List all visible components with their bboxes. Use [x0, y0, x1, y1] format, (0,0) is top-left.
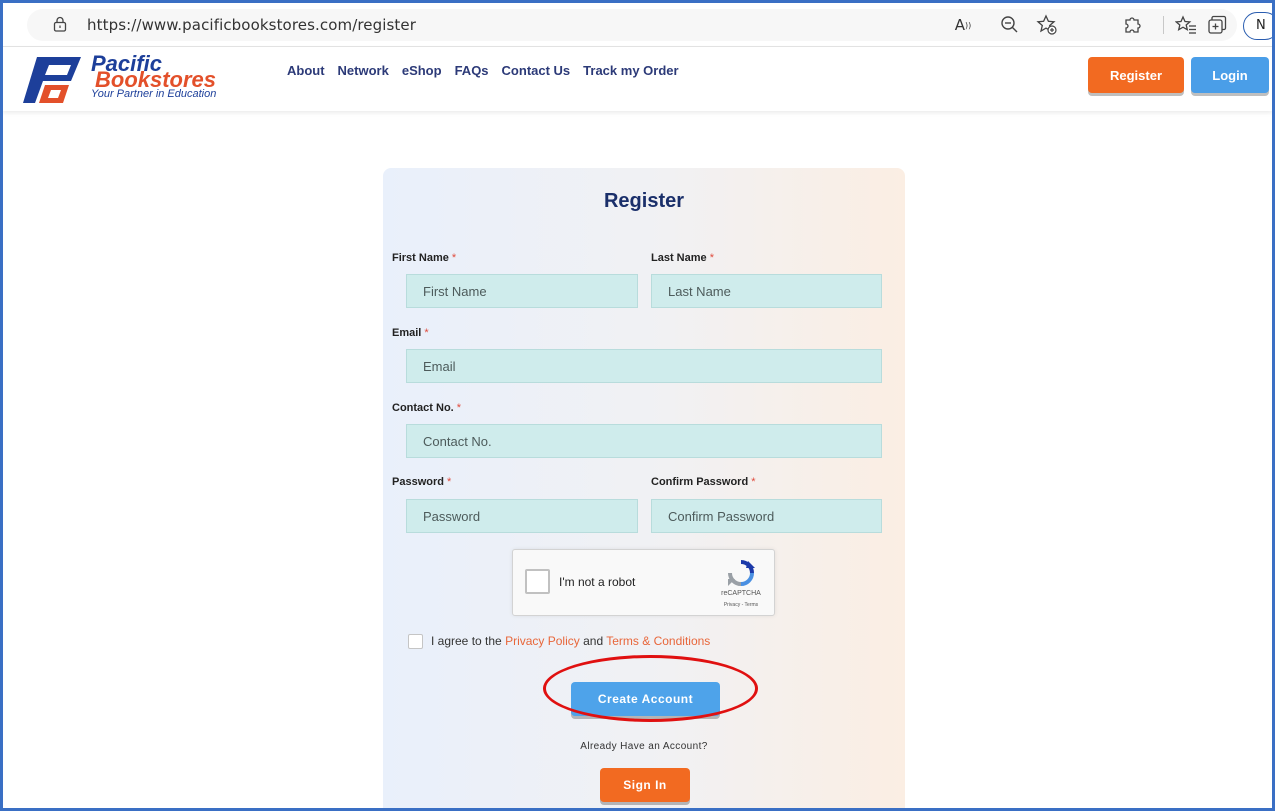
logo-text-bookstores: Bookstores	[95, 67, 217, 92]
toolbar-separator	[1163, 16, 1164, 34]
favorites-icon[interactable]	[1175, 14, 1197, 36]
logo-tagline: Your Partner in Education	[91, 88, 217, 100]
nav-about[interactable]: About	[287, 63, 325, 78]
nav-eshop[interactable]: eShop	[402, 63, 442, 78]
recaptcha-icon	[728, 560, 755, 586]
nav-contact-us[interactable]: Contact Us	[502, 63, 571, 78]
required-mark: *	[451, 252, 457, 264]
agree-checkbox[interactable]	[408, 634, 423, 649]
nav-faqs[interactable]: FAQs	[455, 63, 489, 78]
nav-network[interactable]: Network	[338, 63, 389, 78]
register-card: Register First Name * Last Name * Email …	[383, 168, 905, 808]
recaptcha-widget: I'm not a robot reCAPTCHA Privacy - Term…	[512, 549, 775, 616]
password-label: Password *	[392, 476, 452, 488]
terms-conditions-link[interactable]: Terms & Conditions	[606, 634, 710, 648]
zoom-out-icon[interactable]	[999, 14, 1021, 36]
contact-label: Contact No. *	[392, 402, 462, 414]
create-account-button[interactable]: Create Account	[571, 682, 720, 716]
read-aloud-icon[interactable]: A))	[952, 14, 974, 36]
recaptcha-label: I'm not a robot	[559, 575, 636, 589]
extensions-icon[interactable]	[1121, 14, 1143, 36]
main-nav: About Network eShop FAQs Contact Us Trac…	[287, 63, 692, 78]
required-mark: *	[447, 476, 452, 488]
privacy-policy-link[interactable]: Privacy Policy	[505, 634, 580, 648]
site-header: Pacific Bookstores Your Partner in Educa…	[3, 47, 1272, 111]
site-logo[interactable]: Pacific Bookstores Your Partner in Educa…	[23, 51, 238, 105]
agree-text: I agree to the Privacy Policy and Terms …	[431, 634, 711, 648]
url-text[interactable]: https://www.pacificbookstores.com/regist…	[87, 16, 416, 34]
last-name-label: Last Name *	[651, 252, 714, 264]
register-title: Register	[603, 190, 685, 212]
sign-in-button[interactable]: Sign In	[600, 768, 690, 802]
required-mark: *	[709, 252, 714, 264]
already-have-account-text: Already Have an Account?	[580, 741, 708, 752]
required-mark: *	[456, 402, 462, 414]
pb-logo-icon	[23, 57, 81, 103]
confirm-password-label: Confirm Password *	[651, 476, 756, 488]
nav-track-order[interactable]: Track my Order	[583, 63, 678, 78]
profile-button[interactable]: N	[1243, 12, 1272, 40]
first-name-input[interactable]	[406, 274, 638, 308]
confirm-password-input[interactable]	[651, 499, 882, 533]
favorite-add-icon[interactable]	[1036, 14, 1058, 36]
header-login-button[interactable]: Login	[1191, 57, 1269, 93]
recaptcha-checkbox[interactable]	[525, 569, 550, 594]
screenshot-frame: https://www.pacificbookstores.com/regist…	[0, 0, 1275, 811]
recaptcha-brand: reCAPTCHA	[721, 590, 761, 597]
contact-input[interactable]	[406, 424, 882, 458]
first-name-label: First Name *	[392, 252, 457, 264]
email-input[interactable]	[406, 349, 882, 383]
browser-toolbar: https://www.pacificbookstores.com/regist…	[3, 3, 1272, 47]
recaptcha-links[interactable]: Privacy - Terms	[713, 602, 769, 608]
required-mark: *	[751, 476, 756, 488]
header-register-button[interactable]: Register	[1088, 57, 1184, 93]
lock-icon[interactable]	[53, 16, 67, 32]
required-mark: *	[424, 327, 429, 339]
password-input[interactable]	[406, 499, 638, 533]
last-name-input[interactable]	[651, 274, 882, 308]
collections-icon[interactable]	[1206, 14, 1228, 36]
email-label: Email *	[392, 327, 429, 339]
